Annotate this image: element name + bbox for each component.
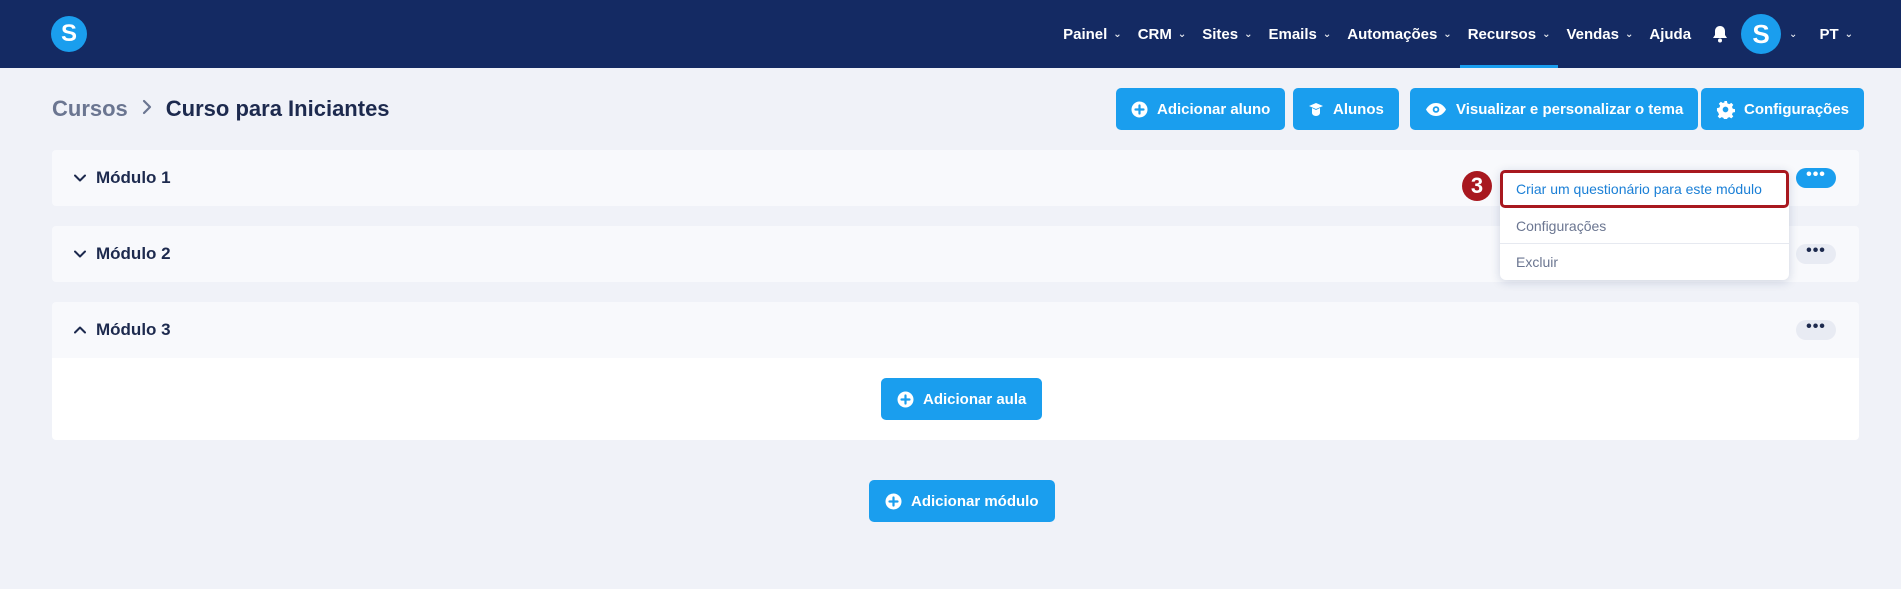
chevron-down-icon: ⌄	[1244, 28, 1253, 40]
nav-item-sites[interactable]: Sites ⌄	[1194, 0, 1260, 68]
user-avatar[interactable]: S	[1741, 14, 1782, 54]
module-options-menu: Criar um questionário para este módulo C…	[1500, 170, 1789, 280]
page-title: Curso para Iniciantes	[165, 96, 390, 121]
chevron-down-icon	[74, 174, 88, 182]
nav-item-automacoes[interactable]: Automações ⌄	[1339, 0, 1459, 68]
chevron-up-icon	[74, 326, 88, 334]
add-student-button[interactable]: Adicionar aluno	[1116, 88, 1286, 130]
plus-circle-icon	[885, 493, 902, 510]
add-module-label: Adicionar módulo	[911, 492, 1039, 510]
add-student-label: Adicionar aluno	[1157, 100, 1271, 118]
chevron-down-icon: ⌄	[1624, 28, 1634, 40]
chevron-down-icon: ⌄	[1177, 28, 1187, 40]
module-toggle[interactable]: Módulo 3	[74, 302, 171, 358]
module-options-button[interactable]: •••	[1796, 243, 1836, 264]
chevron-down-icon: ⌄	[1113, 28, 1122, 40]
nav-label: Emails	[1268, 25, 1317, 43]
nav-item-painel[interactable]: Painel ⌄	[1055, 0, 1130, 68]
chevron-down-icon	[74, 250, 88, 258]
module-options-button[interactable]: •••	[1796, 167, 1836, 188]
nav-item-vendas[interactable]: Vendas ⌄	[1558, 0, 1641, 68]
app-logo[interactable]: S	[51, 16, 87, 52]
chevron-down-icon: ⌄	[1844, 28, 1853, 40]
nav-item-recursos[interactable]: Recursos ⌄	[1459, 0, 1559, 68]
settings-button[interactable]: Configurações	[1701, 88, 1865, 130]
nav-label: Ajuda	[1649, 25, 1692, 43]
chevron-down-icon[interactable]: ⌄	[1789, 29, 1797, 40]
chevron-down-icon: ⌄	[1322, 28, 1332, 40]
add-module-button[interactable]: Adicionar módulo	[869, 480, 1055, 522]
nav-item-ajuda[interactable]: Ajuda	[1641, 0, 1699, 68]
nav-label: Sites	[1202, 25, 1239, 43]
nav-label: Automações	[1347, 25, 1438, 43]
module-title: Módulo 1	[96, 168, 171, 187]
students-label: Alunos	[1333, 100, 1384, 118]
module-row: Módulo 3 •••	[52, 302, 1859, 358]
preview-theme-button[interactable]: Visualizar e personalizar o tema	[1410, 88, 1699, 130]
preview-theme-label: Visualizar e personalizar o tema	[1456, 100, 1684, 118]
settings-label: Configurações	[1744, 100, 1850, 118]
nav-label: Painel	[1063, 25, 1108, 43]
nav-item-crm[interactable]: CRM ⌄	[1130, 0, 1195, 68]
breadcrumb: Cursos Curso para Iniciantes	[52, 96, 390, 122]
nav-item-emails[interactable]: Emails ⌄	[1261, 0, 1340, 68]
gear-icon	[1716, 100, 1735, 119]
nav-label: Recursos	[1467, 25, 1537, 43]
chevron-down-icon: ⌄	[1443, 28, 1452, 40]
menu-item-create-quiz[interactable]: Criar um questionário para este módulo	[1500, 170, 1789, 208]
nav-label: Vendas	[1566, 25, 1619, 43]
module-toggle[interactable]: Módulo 2	[74, 226, 171, 282]
module-options-button[interactable]: •••	[1796, 319, 1836, 340]
plus-circle-icon	[897, 391, 914, 408]
module-title: Módulo 3	[96, 320, 171, 339]
menu-item-delete[interactable]: Excluir	[1500, 244, 1789, 280]
language-selector[interactable]: PT ⌄	[1811, 0, 1861, 68]
language-label: PT	[1819, 25, 1839, 43]
add-lesson-label: Adicionar aula	[923, 390, 1027, 408]
chevron-down-icon: ⌄	[1542, 28, 1551, 40]
graduation-cap-icon	[1308, 101, 1324, 118]
module-title: Módulo 2	[96, 244, 171, 263]
nav-label: CRM	[1137, 25, 1172, 43]
add-lesson-button[interactable]: Adicionar aula	[881, 378, 1043, 420]
step-number-badge: 3	[1462, 171, 1492, 201]
breadcrumb-root-link[interactable]: Cursos	[52, 96, 128, 122]
eye-icon	[1425, 102, 1447, 117]
plus-circle-icon	[1131, 101, 1148, 118]
students-button[interactable]: Alunos	[1293, 88, 1399, 130]
chevron-right-icon	[142, 99, 152, 120]
bell-icon[interactable]	[1705, 0, 1735, 68]
top-navbar: S Painel ⌄ CRM ⌄ Sites ⌄ Emails ⌄ Automações…	[0, 0, 1901, 68]
main-nav: Painel ⌄ CRM ⌄ Sites ⌄ Emails ⌄ Automações ⌄ …	[1055, 0, 1861, 68]
menu-item-settings[interactable]: Configurações	[1500, 208, 1789, 244]
module-content: Adicionar aula	[52, 358, 1859, 440]
module-toggle[interactable]: Módulo 1	[74, 150, 171, 206]
